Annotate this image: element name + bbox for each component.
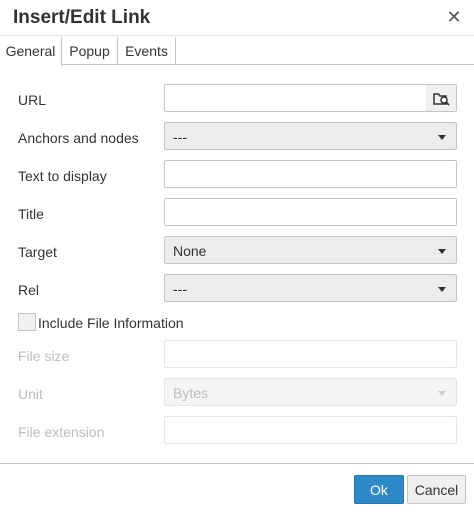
anchors-value: --- [173, 129, 187, 145]
include-file-info-checkbox[interactable] [18, 313, 36, 331]
unit-value: Bytes [173, 385, 209, 401]
unit-select: Bytes [164, 378, 457, 406]
dialog-footer: Ok Cancel [0, 463, 474, 514]
folder-search-icon [433, 93, 450, 106]
title-input[interactable] [164, 198, 457, 226]
target-select[interactable]: None [164, 236, 457, 264]
caret-down-icon [438, 287, 446, 292]
caret-down-icon [438, 391, 446, 396]
file-size-input [164, 340, 457, 368]
text-to-display-label: Text to display [18, 168, 107, 184]
caret-down-icon [438, 249, 446, 254]
ok-button[interactable]: Ok [354, 475, 404, 504]
url-label: URL [18, 92, 47, 108]
caret-down-icon [438, 135, 446, 140]
text-to-display-input[interactable] [164, 160, 457, 188]
tab-popup[interactable]: Popup [62, 37, 118, 65]
unit-label: Unit [18, 386, 43, 402]
target-value: None [173, 243, 207, 259]
tab-general[interactable]: General [0, 37, 62, 66]
include-file-info-label: Include File Information [38, 315, 184, 331]
dialog-titlebar: Insert/Edit Link ✕ [0, 0, 474, 36]
rel-value: --- [173, 281, 187, 297]
file-extension-label: File extension [18, 424, 105, 440]
title-label: Title [18, 206, 44, 222]
browse-button[interactable] [426, 84, 457, 112]
anchors-select[interactable]: --- [164, 122, 457, 150]
dialog-title: Insert/Edit Link [13, 7, 151, 28]
tab-events[interactable]: Events [118, 37, 176, 65]
tab-bar: General Popup Events [0, 37, 474, 66]
cancel-button[interactable]: Cancel [407, 475, 466, 504]
rel-label: Rel [18, 282, 40, 298]
close-icon[interactable]: ✕ [444, 6, 464, 28]
file-extension-input [164, 416, 457, 444]
anchors-label: Anchors and nodes [18, 130, 139, 146]
url-input[interactable] [164, 84, 427, 112]
insert-edit-link-dialog: Insert/Edit Link ✕ General Popup Events … [0, 0, 474, 514]
target-label: Target [18, 244, 57, 260]
rel-select[interactable]: --- [164, 274, 457, 302]
file-size-label: File size [18, 348, 70, 364]
